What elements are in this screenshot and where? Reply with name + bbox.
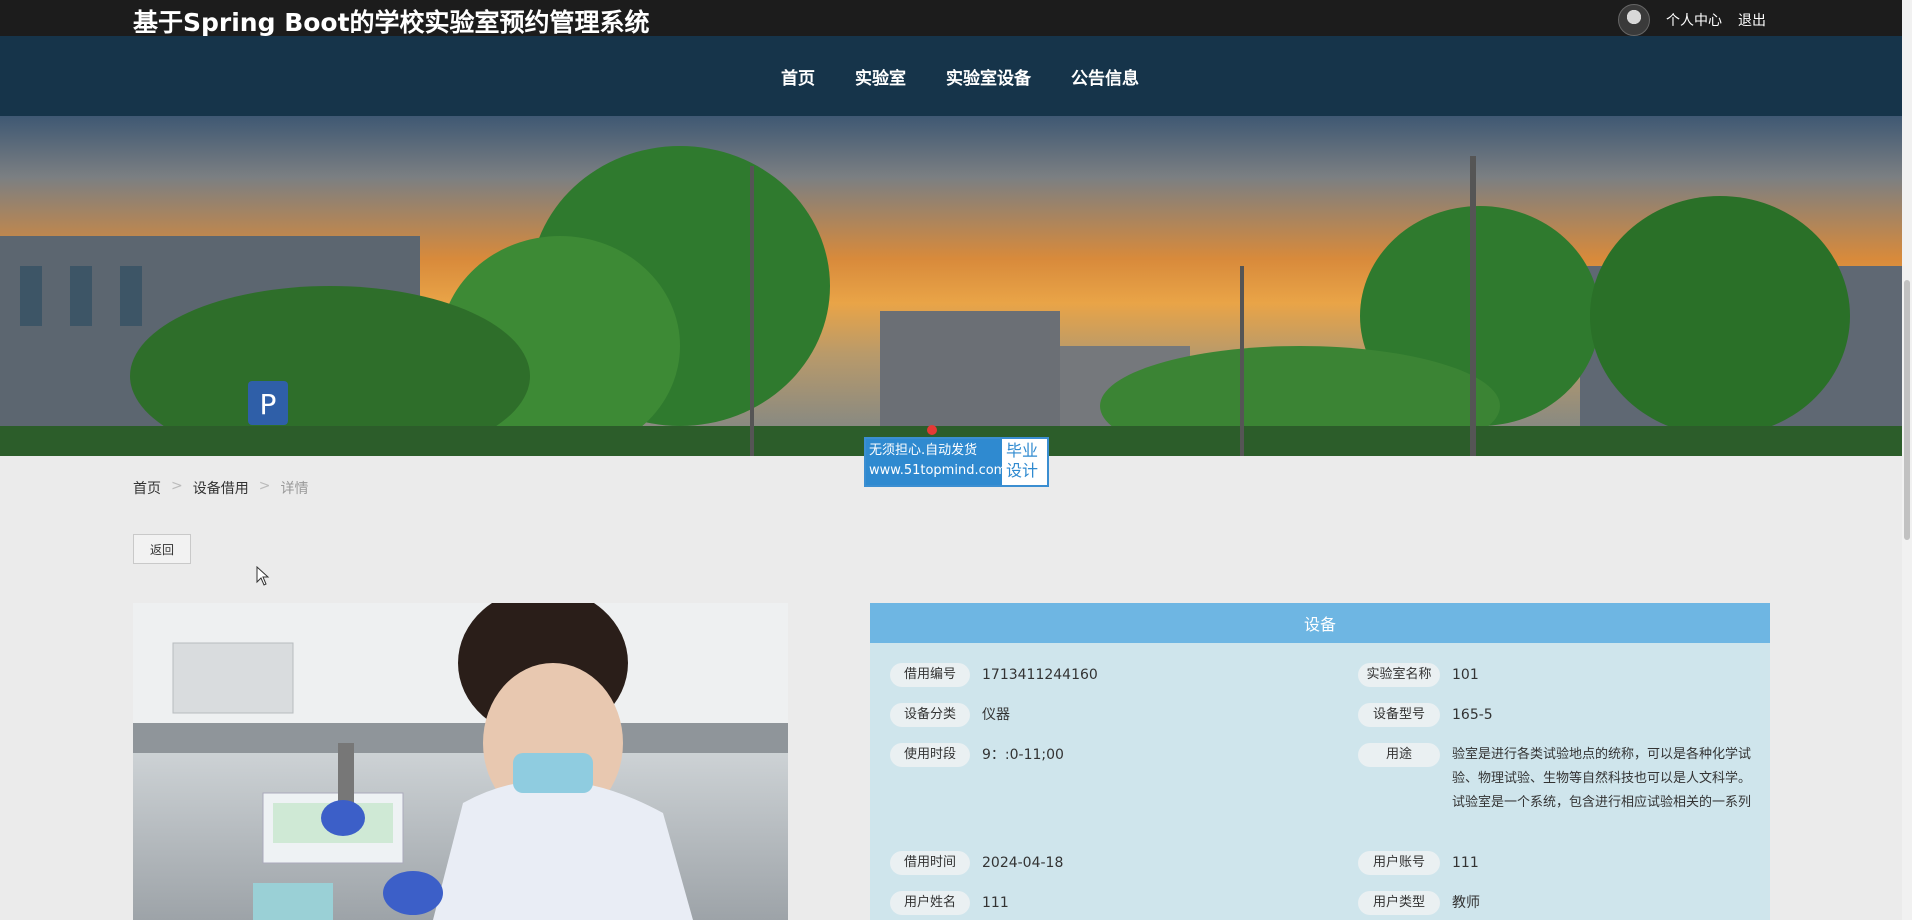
field-borrow-no: 借用编号 1713411244160 — [890, 663, 1098, 687]
nav-item-home[interactable]: 首页 — [781, 64, 815, 89]
logout-link[interactable]: 退出 — [1738, 10, 1766, 30]
field-label: 使用时段 — [890, 743, 970, 767]
nav-item-lab-equipment[interactable]: 实验室设备 — [946, 64, 1031, 89]
field-value: 111 — [1452, 855, 1479, 871]
top-bar: 基于Spring Boot的学校实验室预约管理系统 个人中心 退出 — [0, 0, 1902, 37]
nav-item-labs[interactable]: 实验室 — [855, 64, 906, 89]
field-label: 用户姓名 — [890, 891, 970, 915]
field-model: 设备型号 165-5 — [1358, 703, 1493, 727]
field-value: 111 — [982, 895, 1009, 911]
breadcrumb-separator: > — [258, 478, 271, 494]
field-value: 101 — [1452, 667, 1479, 683]
banner-image: P — [0, 116, 1902, 456]
breadcrumb: 首页 > 设备借用 > 详情 — [133, 478, 308, 498]
field-label: 借用时间 — [890, 851, 970, 875]
field-label: 借用编号 — [890, 663, 970, 687]
watermark-line1: 无须担心.自动发货 — [869, 443, 978, 458]
watermark-right: 毕业 设计 — [1002, 439, 1042, 485]
main-nav: 首页 实验室 实验室设备 公告信息 — [0, 36, 1902, 116]
field-category: 设备分类 仪器 — [890, 703, 1010, 727]
mouse-cursor-icon — [256, 566, 270, 586]
watermark-badge: 无须担心.自动发货 www.51topmind.com 毕业 设计 — [864, 437, 1049, 487]
field-label: 设备分类 — [890, 703, 970, 727]
field-lab-name: 实验室名称 101 — [1358, 663, 1479, 687]
field-user-type: 用户类型 教师 — [1358, 891, 1480, 915]
slider-indicator[interactable] — [927, 425, 937, 435]
back-button[interactable]: 返回 — [133, 534, 191, 564]
field-borrow-time: 借用时间 2024-04-18 — [890, 851, 1063, 875]
field-value: 165-5 — [1452, 707, 1493, 723]
breadcrumb-section[interactable]: 设备借用 — [193, 478, 249, 498]
field-label: 用途 — [1358, 743, 1440, 767]
banner-scene: P — [0, 146, 1902, 456]
field-value: 1713411244160 — [982, 667, 1098, 683]
watermark-right2: 设计 — [1006, 461, 1039, 480]
svg-text:P: P — [260, 388, 277, 421]
field-period: 使用时段 9：:0-11;00 — [890, 743, 1064, 767]
watermark-line2: www.51topmind.com — [869, 463, 1007, 478]
field-value: 仪器 — [982, 707, 1010, 723]
breadcrumb-separator: > — [171, 478, 183, 494]
field-value: 9：:0-11;00 — [982, 747, 1064, 763]
user-center-link[interactable]: 个人中心 — [1666, 10, 1722, 30]
field-label: 实验室名称 — [1358, 663, 1440, 687]
field-value: 验室是进行各类试验地点的统称，可以是各种化学试验、物理试验、生物等自然科技也可以… — [1452, 747, 1752, 810]
equipment-photo — [133, 603, 788, 920]
detail-panel: 设备 借用编号 1713411244160 实验室名称 101 设备分类 仪器 … — [870, 603, 1770, 920]
field-value: 2024-04-18 — [982, 855, 1064, 871]
field-account: 用户账号 111 — [1358, 851, 1479, 875]
watermark-right1: 毕业 — [1006, 441, 1039, 460]
scrollbar-thumb[interactable] — [1904, 280, 1910, 540]
lab-scene — [133, 603, 788, 920]
field-label: 用户类型 — [1358, 891, 1440, 915]
nav-item-announcements[interactable]: 公告信息 — [1071, 64, 1139, 89]
field-purpose: 用途 验室是进行各类试验地点的统称，可以是各种化学试验、物理试验、生物等自然科技… — [1358, 743, 1752, 815]
site-title: 基于Spring Boot的学校实验室预约管理系统 — [133, 8, 650, 37]
user-area: 个人中心 退出 — [1618, 4, 1766, 36]
breadcrumb-home[interactable]: 首页 — [133, 478, 161, 498]
avatar[interactable] — [1618, 4, 1650, 36]
field-value: 教师 — [1452, 895, 1480, 911]
field-label: 用户账号 — [1358, 851, 1440, 875]
breadcrumb-current: 详情 — [280, 481, 309, 497]
field-label: 设备型号 — [1358, 703, 1440, 727]
detail-title: 设备 — [870, 603, 1770, 643]
watermark-left: 无须担心.自动发货 www.51topmind.com — [866, 439, 1007, 485]
field-user-name: 用户姓名 111 — [890, 891, 1009, 915]
page-scrollbar[interactable] — [1902, 0, 1912, 920]
